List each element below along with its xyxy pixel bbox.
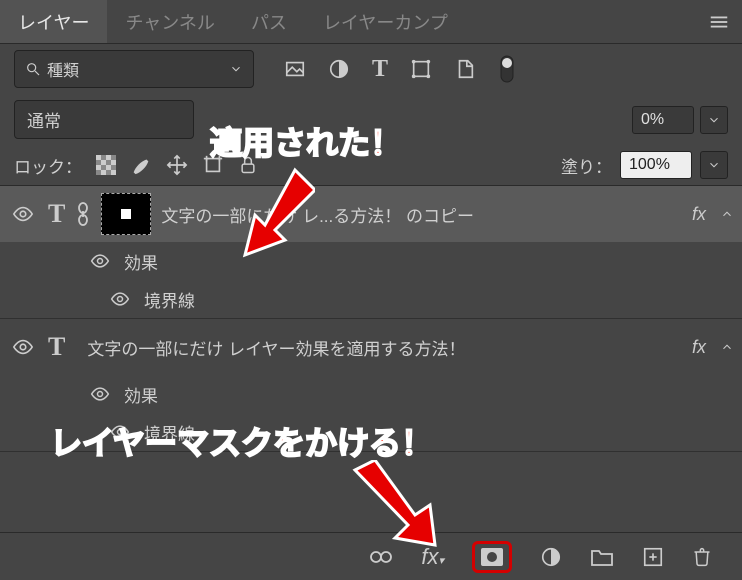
effects-title: 効果 xyxy=(124,382,158,407)
fill-label: 塗り： xyxy=(561,153,612,178)
filter-row: 種類 T xyxy=(0,44,742,94)
fx-button[interactable]: fx▾ xyxy=(421,544,444,570)
layer-name[interactable]: 文字の一部にだけ レ...る方法！ のコピー xyxy=(161,202,682,227)
bottom-toolbar: fx▾ xyxy=(0,532,742,580)
add-mask-button[interactable] xyxy=(472,541,512,573)
filter-toggle-icon[interactable] xyxy=(498,54,516,84)
tab-layer-comps[interactable]: レイヤーカンプ xyxy=(305,0,466,43)
visibility-toggle[interactable] xyxy=(8,203,38,225)
lock-move-icon[interactable] xyxy=(166,154,188,176)
filter-shape-icon[interactable] xyxy=(410,58,432,80)
tab-paths[interactable]: パス xyxy=(233,0,305,43)
filter-adjust-icon[interactable] xyxy=(328,58,350,80)
layer-name[interactable]: 文字の一部にだけ レイヤー効果を適用する方法！ xyxy=(87,335,682,360)
visibility-toggle[interactable] xyxy=(110,422,130,442)
link-icon[interactable] xyxy=(75,202,91,226)
layer-row[interactable]: T 文字の一部にだけ レイヤー効果を適用する方法！ fx 効果 境界線 xyxy=(0,319,742,452)
chevron-down-icon xyxy=(229,62,243,76)
link-layers-icon[interactable] xyxy=(369,548,393,566)
layer-mask-thumbnail[interactable] xyxy=(101,193,151,235)
lock-row: ロック： 塗り： 100% xyxy=(0,145,742,185)
new-layer-icon[interactable] xyxy=(642,546,664,568)
filter-smart-icon[interactable] xyxy=(454,58,476,80)
fill-value[interactable]: 100% xyxy=(620,151,692,179)
effect-item[interactable]: 境界線 xyxy=(0,413,742,451)
new-group-icon[interactable] xyxy=(590,547,614,567)
tab-layers[interactable]: レイヤー xyxy=(0,0,107,43)
panel-menu-icon[interactable] xyxy=(708,11,730,33)
trash-icon[interactable] xyxy=(692,546,712,568)
lock-artboard-icon[interactable] xyxy=(202,154,224,176)
tab-channels[interactable]: チャンネル xyxy=(107,0,232,43)
effects-title: 効果 xyxy=(124,249,158,274)
layer-row[interactable]: T 文字の一部にだけ レ...る方法！ のコピー fx 効果 境界線 xyxy=(0,186,742,319)
blend-row: 通常 0% xyxy=(0,94,742,145)
opacity-chevron[interactable] xyxy=(700,106,728,134)
chevron-up-icon[interactable] xyxy=(720,340,734,354)
lock-transparency-icon[interactable] xyxy=(96,155,116,175)
filter-select[interactable]: 種類 xyxy=(14,50,254,88)
visibility-toggle[interactable] xyxy=(90,251,110,271)
opacity-value[interactable]: 0% xyxy=(632,106,694,134)
visibility-toggle[interactable] xyxy=(90,384,110,404)
lock-label: ロック： xyxy=(14,153,82,178)
blend-mode-label: 通常 xyxy=(27,107,61,132)
type-layer-icon: T xyxy=(48,199,65,229)
effect-item[interactable]: 境界線 xyxy=(0,280,742,318)
lock-paint-icon[interactable] xyxy=(130,154,152,176)
search-icon xyxy=(25,61,41,77)
blend-mode-select[interactable]: 通常 xyxy=(14,100,194,139)
visibility-toggle[interactable] xyxy=(110,289,130,309)
visibility-toggle[interactable] xyxy=(8,336,38,358)
lock-all-icon[interactable] xyxy=(238,155,258,175)
panel-tabs: レイヤー チャンネル パス レイヤーカンプ xyxy=(0,0,742,44)
filter-pixel-icon[interactable] xyxy=(284,58,306,80)
fx-indicator[interactable]: fx xyxy=(692,337,706,358)
layers-list: T 文字の一部にだけ レ...る方法！ のコピー fx 効果 境界線 T 文字の… xyxy=(0,185,742,452)
filter-label: 種類 xyxy=(47,57,79,81)
filter-type-text-icon[interactable]: T xyxy=(372,56,388,83)
effect-name: 境界線 xyxy=(144,420,195,445)
effect-name: 境界線 xyxy=(144,287,195,312)
fx-indicator[interactable]: fx xyxy=(692,204,706,225)
type-layer-icon: T xyxy=(48,332,65,362)
filter-type-icons: T xyxy=(284,54,516,84)
fill-chevron[interactable] xyxy=(700,151,728,179)
effects-header: 効果 xyxy=(0,242,742,280)
chevron-up-icon[interactable] xyxy=(720,207,734,221)
opacity-control: 0% xyxy=(632,106,728,134)
adjustment-layer-icon[interactable] xyxy=(540,546,562,568)
effects-header: 効果 xyxy=(0,375,742,413)
